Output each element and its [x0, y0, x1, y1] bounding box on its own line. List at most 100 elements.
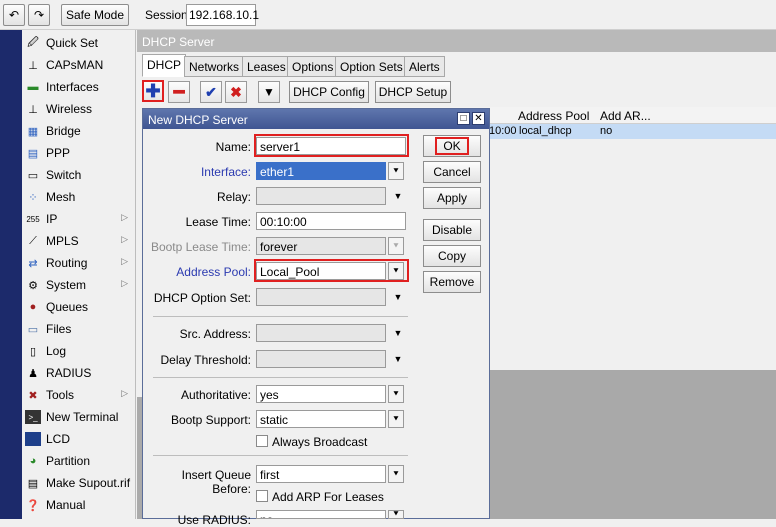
sidebar-item-radius[interactable]: ♟ RADIUS: [22, 362, 136, 384]
chevron-down-icon[interactable]: ▼: [390, 288, 406, 306]
disable-x-icon[interactable]: ✖: [225, 81, 247, 103]
remove-button[interactable]: Remove: [423, 271, 481, 293]
dhcp-setup-button[interactable]: DHCP Setup: [375, 81, 451, 103]
submenu-arrow-icon: ▷: [121, 256, 128, 266]
sidebar-item-make-supout[interactable]: ▤ Make Supout.rif: [22, 472, 136, 494]
sidebar-item-label: CAPsMAN: [46, 58, 104, 72]
dialog-title-text: New DHCP Server: [148, 113, 248, 127]
always-broadcast-label: Always Broadcast: [272, 435, 368, 449]
copy-button[interactable]: Copy: [423, 245, 481, 267]
sidebar-item-files[interactable]: ▭ Files: [22, 318, 136, 340]
redo-icon[interactable]: ↷: [28, 4, 50, 26]
column-address-pool[interactable]: Address Pool: [518, 109, 589, 123]
add-arp-for-leases-checkbox[interactable]: [256, 490, 268, 502]
submenu-arrow-icon: ▷: [121, 234, 128, 244]
cancel-button[interactable]: Cancel: [423, 161, 481, 183]
ok-button-label: OK: [435, 137, 469, 155]
authoritative-select[interactable]: yes: [256, 385, 386, 403]
sidebar-item-partition[interactable]: ◕ Partition: [22, 450, 136, 472]
window-background: [490, 370, 776, 519]
top-toolbar: ↶ ↷ Safe Mode Session: 192.168.10.1: [0, 0, 776, 30]
sidebar-item-label: LCD: [46, 432, 71, 446]
dropdown-icon[interactable]: ⯆: [388, 465, 404, 483]
filter-icon[interactable]: ▼: [258, 81, 280, 103]
lease-time-field[interactable]: 00:10:00: [256, 212, 406, 230]
sidebar-item-switch[interactable]: ▭ Switch: [22, 164, 136, 186]
remove-icon[interactable]: ━: [168, 81, 190, 103]
disable-button[interactable]: Disable: [423, 219, 481, 241]
dropdown-icon[interactable]: ⯆: [388, 410, 404, 428]
chevron-down-icon[interactable]: ▼: [390, 324, 406, 342]
sidebar-item-label: Switch: [46, 168, 82, 182]
session-label: Session:: [145, 8, 192, 22]
sidebar-item-label: Quick Set: [46, 36, 99, 50]
apply-button[interactable]: Apply: [423, 187, 481, 209]
sidebar-item-new-terminal[interactable]: >_ New Terminal: [22, 406, 136, 428]
sidebar-item-queues[interactable]: ● Queues: [22, 296, 136, 318]
chevron-down-icon[interactable]: ▼: [390, 187, 406, 205]
chevron-down-icon[interactable]: ▼: [390, 350, 406, 368]
sidebar-item-log[interactable]: ▯ Log: [22, 340, 136, 362]
sidebar-item-wireless[interactable]: ⊥ Wireless: [22, 98, 136, 120]
interface-select[interactable]: ether1: [256, 162, 386, 180]
sidebar-item-label: Bridge: [46, 124, 81, 138]
dropdown-icon[interactable]: ⯆: [388, 162, 404, 180]
tab-leases[interactable]: Leases: [242, 56, 291, 77]
sidebar-item-interfaces[interactable]: ▬ Interfaces: [22, 76, 136, 98]
delay-threshold-label: Delay Threshold:: [160, 353, 252, 367]
use-radius-select[interactable]: no: [256, 510, 386, 519]
row-add-arp: no: [600, 125, 613, 137]
sidebar-item-mesh[interactable]: ⁘ Mesh: [22, 186, 136, 208]
bootp-support-label: Bootp Support:: [170, 413, 251, 427]
sidebar-item-label: PPP: [46, 146, 71, 160]
ok-button[interactable]: OK: [423, 135, 481, 157]
system-icon: ⚙: [28, 279, 38, 292]
sidebar-item-tools[interactable]: ✖ Tools ▷: [22, 384, 136, 406]
delay-threshold-field[interactable]: [256, 350, 386, 368]
column-add-arp[interactable]: Add AR...: [600, 109, 651, 123]
dhcp-option-set-field[interactable]: [256, 288, 386, 306]
tab-options[interactable]: Options: [287, 56, 339, 77]
window-title: DHCP Server: [137, 30, 776, 52]
maximize-icon[interactable]: □: [457, 112, 470, 125]
radius-icon: ♟: [28, 367, 38, 380]
sidebar-item-manual[interactable]: ❓ Manual: [22, 494, 136, 516]
enable-check-icon[interactable]: ✔: [200, 81, 222, 103]
relay-label: Relay:: [216, 190, 251, 204]
session-field[interactable]: 192.168.10.1: [186, 4, 259, 26]
tab-option-sets[interactable]: Option Sets: [335, 56, 408, 77]
close-icon[interactable]: ✕: [472, 112, 485, 125]
relay-field[interactable]: [256, 187, 386, 205]
safe-mode-button[interactable]: Safe Mode: [61, 4, 129, 26]
dropdown-icon[interactable]: ⯆: [388, 385, 404, 403]
sidebar-item-lcd[interactable]: LCD: [22, 428, 136, 450]
switch-icon: ▭: [27, 169, 39, 182]
insert-queue-before-select[interactable]: first: [256, 465, 386, 483]
address-pool-highlight: [254, 259, 409, 282]
tab-dhcp[interactable]: DHCP: [142, 54, 187, 77]
sidebar-item-capsman[interactable]: ⊥ CAPsMAN: [22, 54, 136, 76]
capsman-icon: ⊥: [28, 59, 38, 72]
routing-icon: ⇄: [28, 257, 38, 270]
add-icon[interactable]: ✚: [142, 80, 164, 102]
bridge-icon: ▦: [27, 125, 39, 138]
manual-icon: ❓: [26, 499, 40, 512]
sidebar-item-routing[interactable]: ⇄ Routing ▷: [22, 252, 136, 274]
mesh-icon: ⁘: [28, 191, 38, 204]
sidebar-item-ip[interactable]: 255 IP ▷: [22, 208, 136, 230]
sidebar-item-ppp[interactable]: ▤ PPP: [22, 142, 136, 164]
src-address-field[interactable]: [256, 324, 386, 342]
undo-icon[interactable]: ↶: [3, 4, 25, 26]
sidebar-item-bridge[interactable]: ▦ Bridge: [22, 120, 136, 142]
dhcp-config-button[interactable]: DHCP Config: [289, 81, 369, 103]
authoritative-label: Authoritative:: [180, 388, 251, 402]
sidebar-item-system[interactable]: ⚙ System ▷: [22, 274, 136, 296]
tab-networks[interactable]: Networks: [184, 56, 245, 77]
sidebar-item-quick-set[interactable]: 🖉 Quick Set: [22, 32, 136, 54]
sidebar-item-mpls[interactable]: ⟋ MPLS ▷: [22, 230, 136, 252]
dropdown-icon[interactable]: ⯆: [388, 510, 404, 519]
always-broadcast-checkbox[interactable]: [256, 435, 268, 447]
bootp-support-select[interactable]: static: [256, 410, 386, 428]
tab-alerts[interactable]: Alerts: [404, 56, 445, 77]
address-pool-label: Address Pool:: [176, 265, 251, 279]
